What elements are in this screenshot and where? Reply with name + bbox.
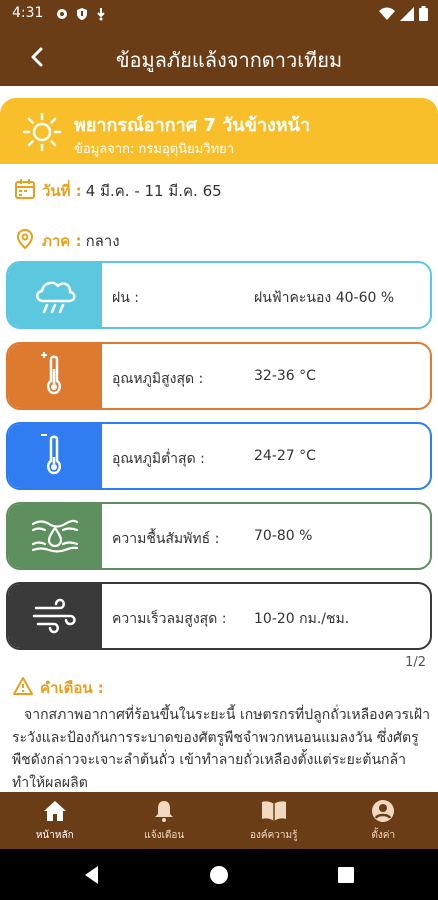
min-temp-label: อุณหภูมิต่ำสุด : <box>112 451 205 467</box>
rain-cloud-icon <box>8 263 102 327</box>
sun-icon <box>22 112 62 152</box>
forecast-header: พยากรณ์อากาศ 7 วันข้างหน้า ข้อมูลจาก: กร… <box>0 98 438 164</box>
wind-label: ความเร็วลมสูงสุด : <box>112 611 227 627</box>
system-recents-icon[interactable] <box>334 863 358 887</box>
warning-section: คำเตือน : จากสภาพอากาศที่ร้อนขึ้นในระยะน… <box>12 676 430 794</box>
profile-icon <box>371 799 395 828</box>
page-title: ข้อมูลภัยแล้งจากดาวเทียม <box>115 48 343 72</box>
date-label: วันที่ : <box>42 182 82 200</box>
download-icon <box>95 6 107 25</box>
signal-icon <box>400 6 414 25</box>
shield-icon <box>75 6 89 25</box>
nav-knowledge[interactable]: องค์ความรู้ <box>219 792 329 849</box>
calendar-icon <box>14 178 36 204</box>
system-back-icon[interactable] <box>80 863 104 887</box>
max-temp-card: อุณหภูมิสูงสุด : 32-36 °C <box>6 342 432 410</box>
rain-label: ฝน : <box>112 290 139 306</box>
rain-card: ฝน : ฝนฟ้าคะนอง 40-60 % <box>6 261 432 329</box>
forecast-title: พยากรณ์อากาศ 7 วันข้างหน้า <box>74 115 311 136</box>
app-bar: ข้อมูลภัยแล้งจากดาวเทียม <box>0 28 438 86</box>
nav-knowledge-label: องค์ความรู้ <box>250 829 298 841</box>
warning-title: คำเตือน : <box>40 679 104 697</box>
thermometer-low-icon <box>8 424 102 488</box>
region-value: กลาง <box>85 232 120 250</box>
nav-notifications[interactable]: แจ้งเตือน <box>110 792 220 849</box>
location-pin-icon <box>14 228 36 254</box>
rain-value: ฝนฟ้าคะนอง 40-60 % <box>254 290 395 306</box>
warning-icon <box>12 676 34 700</box>
nav-settings[interactable]: ตั้งค่า <box>329 792 438 849</box>
date-line: วันที่ : 4 มี.ค. - 11 มี.ค. 65 <box>14 178 222 204</box>
humidity-value: 70-80 % <box>254 528 313 544</box>
date-value: 4 มี.ค. - 11 มี.ค. 65 <box>85 182 222 200</box>
bell-icon <box>152 799 176 828</box>
home-icon <box>42 799 68 828</box>
min-temp-value: 24-27 °C <box>254 448 316 464</box>
bottom-nav: หน้าหลัก แจ้งเตือน องค์ความรู้ ตั้งค่า <box>0 792 438 849</box>
page-indicator: 1/2 <box>405 655 426 670</box>
nav-settings-label: ตั้งค่า <box>371 829 396 841</box>
forecast-source: ข้อมูลจาก: กรมอุตุนิยมวิทยา <box>74 142 235 157</box>
max-temp-label: อุณหภูมิสูงสุด : <box>112 371 204 387</box>
region-label: ภาค : <box>42 232 82 250</box>
min-temp-card: อุณหภูมิต่ำสุด : 24-27 °C <box>6 422 432 490</box>
system-home-icon[interactable] <box>207 863 231 887</box>
wind-card: ความเร็วลมสูงสุด : 10-20 กม./ชม. <box>6 582 432 650</box>
humidity-card: ความชื้นสัมพัทธ์ : 70-80 % <box>6 502 432 570</box>
wifi-icon <box>379 6 395 25</box>
system-nav-bar <box>0 849 438 900</box>
region-line: ภาค : กลาง <box>14 228 120 254</box>
gear-icon <box>55 6 69 25</box>
max-temp-value: 32-36 °C <box>254 368 316 384</box>
wind-value: 10-20 กม./ชม. <box>254 611 350 627</box>
battery-icon <box>419 6 428 25</box>
nav-home-label: หน้าหลัก <box>35 829 74 841</box>
warning-text: จากสภาพอากาศที่ร้อนขึ้นในระยะนี้ เกษตรกร… <box>12 707 430 791</box>
wind-icon <box>8 584 102 648</box>
status-bar: 4:31 <box>0 0 438 28</box>
nav-notifications-label: แจ้งเตือน <box>144 829 185 841</box>
humidity-icon <box>8 504 102 568</box>
book-icon <box>260 799 288 828</box>
status-time: 4:31 <box>12 5 44 21</box>
nav-home[interactable]: หน้าหลัก <box>0 792 110 849</box>
humidity-label: ความชื้นสัมพัทธ์ : <box>112 531 220 547</box>
thermometer-high-icon <box>8 344 102 408</box>
